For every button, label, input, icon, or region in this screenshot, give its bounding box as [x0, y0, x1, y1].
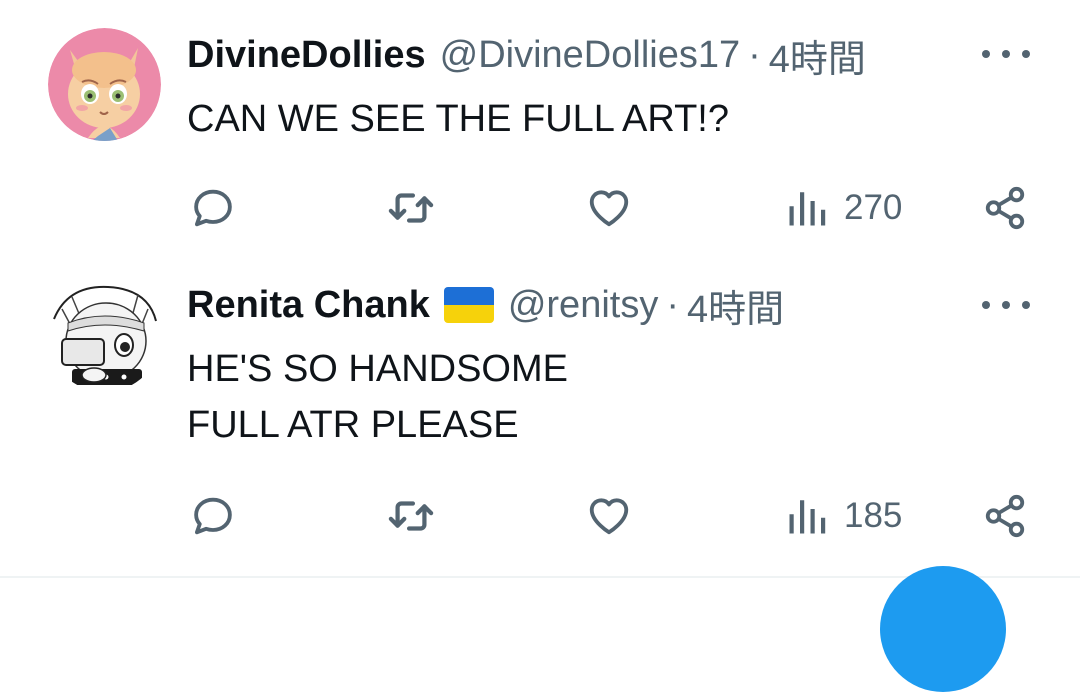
display-name[interactable]: DivineDollies [187, 34, 426, 77]
tweet-text-line: FULL ATR PLEASE [187, 404, 519, 446]
user-handle[interactable]: @DivineDollies17 [440, 34, 740, 77]
display-name[interactable]: Renita Chank [187, 284, 430, 327]
retweet-icon [388, 501, 434, 531]
tweet-text: HE'S SO HANDSOME FULL ATR PLEASE [187, 341, 568, 453]
share-button[interactable] [982, 183, 1028, 233]
views-button[interactable]: 270 [786, 183, 902, 233]
like-button[interactable] [586, 183, 632, 233]
tweet-item[interactable]: DivineDollies @DivineDollies17 · 4時間 CAN… [0, 0, 1080, 265]
reply-icon [194, 497, 232, 535]
views-icon [789, 500, 826, 534]
retweet-button[interactable] [386, 491, 436, 541]
share-icon [985, 186, 1025, 230]
like-button[interactable] [586, 491, 632, 541]
more-icon[interactable] [982, 39, 1030, 69]
reply-icon [194, 189, 232, 227]
tweet-header: DivineDollies @DivineDollies17 · 4時間 [187, 28, 866, 83]
tweet-item[interactable]: Renita Chank @renitsy · 4時間 HE'S SO HAND… [0, 265, 1080, 577]
avatar[interactable] [48, 28, 161, 141]
reply-button[interactable] [190, 491, 236, 541]
retweet-button[interactable] [386, 183, 436, 233]
action-bar: 185 [0, 491, 1080, 541]
views-count: 185 [844, 496, 903, 535]
views-icon [789, 192, 826, 226]
like-icon [589, 498, 629, 535]
separator-dot: · [666, 283, 679, 326]
views-button[interactable]: 185 [786, 491, 902, 541]
share-button[interactable] [982, 491, 1028, 541]
views-count: 270 [844, 188, 903, 227]
tweet-header: Renita Chank @renitsy · 4時間 [187, 278, 784, 333]
tweet-text: CAN WE SEE THE FULL ART!? [187, 91, 729, 147]
ukraine-flag-icon [443, 287, 494, 323]
action-bar: 270 [0, 183, 1080, 233]
tweet-text-line: HE'S SO HANDSOME [187, 348, 568, 390]
separator-dot: · [748, 33, 761, 76]
more-icon[interactable] [982, 290, 1030, 320]
share-icon [985, 494, 1025, 538]
avatar[interactable] [48, 279, 161, 392]
tweet-text-line: CAN WE SEE THE FULL ART!? [187, 98, 730, 140]
timestamp[interactable]: 4時間 [687, 278, 784, 333]
compose-button[interactable] [880, 566, 1006, 692]
user-handle[interactable]: @renitsy [508, 284, 659, 327]
timestamp[interactable]: 4時間 [769, 28, 866, 83]
reply-button[interactable] [190, 183, 236, 233]
like-icon [589, 190, 629, 227]
retweet-icon [388, 193, 434, 223]
